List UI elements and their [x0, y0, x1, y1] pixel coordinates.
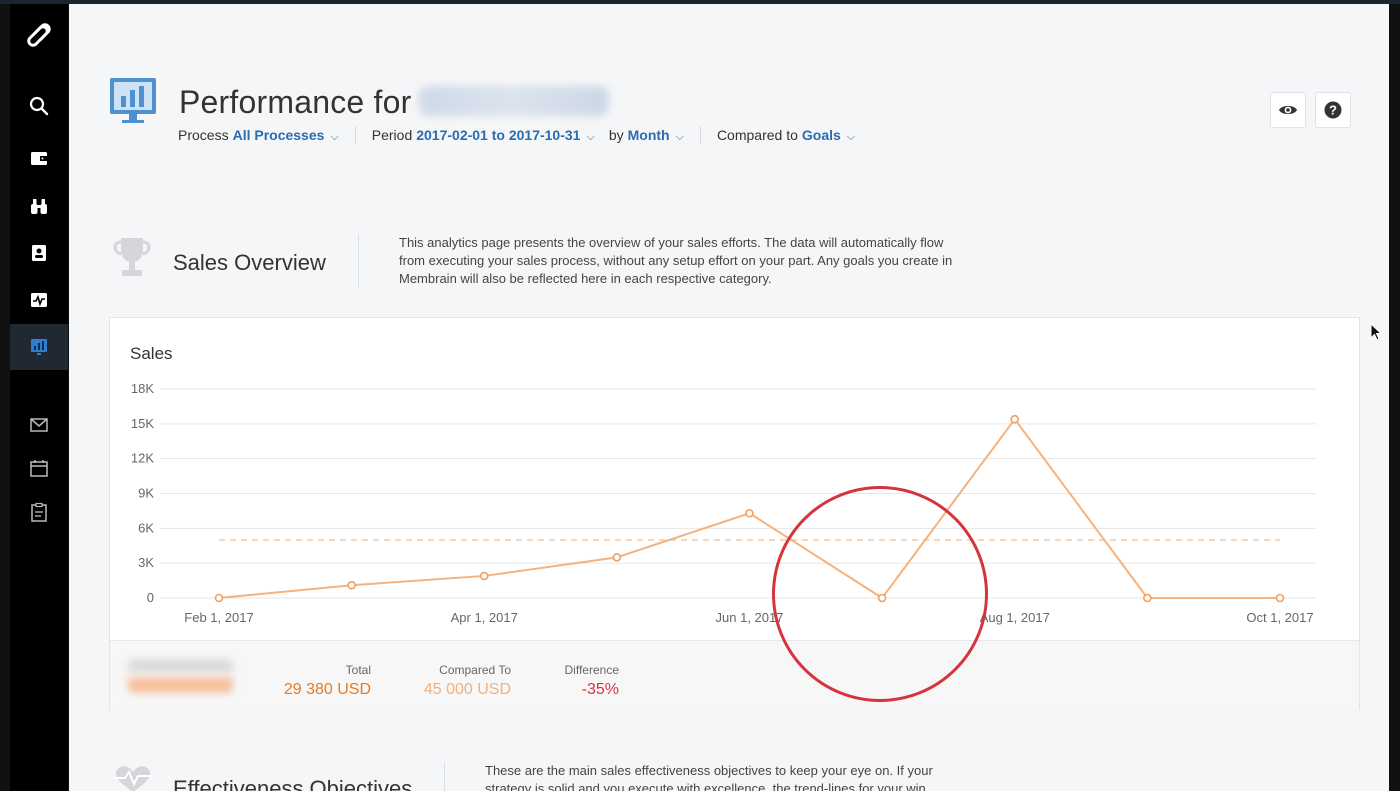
y-tick-label: 15K: [131, 416, 154, 431]
stat-label: Total: [345, 663, 371, 677]
sidebar-item-deals[interactable]: [10, 135, 68, 181]
process-label: Process: [178, 127, 229, 143]
card-footer: Total 29 380 USD Compared To 45 000 USD …: [110, 640, 1359, 710]
data-point: [347, 580, 356, 590]
sales-line-chart: 0 3K 6K 9K 12K 15K 18K Feb 1, 2017 Apr 1, 2017 Ju…: [131, 381, 1316, 625]
data-point: [1010, 414, 1020, 424]
redacted-stat: [128, 659, 233, 693]
section-title-sales-overview: Sales Overview: [173, 250, 326, 275]
chevron-down-icon: ⌵: [675, 130, 684, 143]
stat-difference: Difference -35%: [565, 663, 619, 699]
sidebar-item-prospecting[interactable]: [10, 183, 68, 229]
x-tick-label: Oct 1, 2017: [1246, 610, 1313, 625]
y-tick-label: 3K: [138, 555, 154, 570]
binoculars-icon: [31, 199, 47, 214]
sidebar-item-tasks[interactable]: [10, 489, 68, 535]
data-point: [214, 593, 224, 603]
sidebar-item-search[interactable]: [10, 83, 68, 129]
filter-divider: [354, 126, 356, 144]
page-title: Performance for: [179, 84, 412, 120]
search-icon: [29, 96, 49, 116]
process-value: All Processes: [232, 126, 325, 143]
stat-total: Total 29 380 USD: [284, 663, 371, 699]
help-icon: ?: [1324, 101, 1342, 119]
mouse-cursor-icon: [1370, 323, 1382, 341]
period-value: 2017-02-01 to 2017-10-31: [416, 126, 581, 143]
wallet-icon: [31, 152, 47, 165]
chevron-down-icon: ⌵: [330, 130, 339, 143]
process-dropdown[interactable]: All Processes ⌵: [233, 127, 339, 144]
stat-value: 29 380 USD: [283, 681, 371, 698]
redacted-user-name: [419, 86, 609, 116]
data-point: [1275, 593, 1285, 603]
analytics-icon: [31, 339, 47, 355]
sales-series-line: [218, 417, 1280, 600]
compare-dropdown[interactable]: Goals ⌵: [802, 127, 855, 144]
section-divider: [444, 762, 445, 791]
section-description: These are the main sales effectiveness o…: [485, 763, 933, 791]
section-title-effectiveness: Effectiveness Objectives: [173, 776, 413, 791]
by-label: by: [608, 127, 624, 143]
data-point: [745, 508, 754, 518]
data-point: [1143, 593, 1152, 603]
chevron-down-icon: ⌵: [846, 130, 856, 143]
chevron-down-icon: ⌵: [586, 130, 595, 143]
x-tick-label: Jun 1, 2017: [716, 610, 784, 625]
x-tick-label: Apr 1, 2017: [451, 610, 518, 625]
heartbeat-icon: [113, 766, 153, 791]
compared-label: Compared to: [716, 127, 798, 143]
stat-value: 45 000 USD: [423, 681, 511, 698]
svg-text:?: ?: [1329, 103, 1337, 118]
y-tick-label: 6K: [138, 520, 154, 535]
sales-card: Sales 0 3K 6K 9K 12K 15K 18K Feb 1, 2017 Apr 1, …: [109, 317, 1360, 710]
data-point: [877, 593, 887, 603]
calendar-icon: [30, 460, 48, 477]
x-tick-label: Aug 1, 2017: [980, 610, 1050, 625]
mail-icon: [30, 418, 48, 432]
section-divider: [358, 234, 359, 288]
sidebar-item-calendar[interactable]: [10, 445, 68, 491]
data-point: [612, 553, 622, 562]
sidebar-item-analytics[interactable]: [10, 324, 68, 370]
x-tick-label: Feb 1, 2017: [184, 610, 253, 625]
sidebar-item-contacts[interactable]: [10, 230, 68, 276]
period-label: Period: [371, 127, 413, 143]
compare-value: Goals: [801, 126, 841, 143]
card-title: Sales: [130, 344, 173, 363]
filter-divider: [699, 126, 701, 144]
y-tick-label: 18K: [131, 381, 154, 396]
help-button[interactable]: ?: [1315, 92, 1351, 128]
window-edge: [1389, 4, 1400, 791]
sidebar-item-activity[interactable]: [10, 277, 68, 323]
filter-bar: Process All Processes ⌵ Period 2017-02-01…: [178, 126, 855, 144]
y-tick-label: 12K: [131, 451, 154, 466]
stat-compared-to: Compared To 45 000 USD: [424, 663, 511, 699]
clipboard-icon: [31, 502, 47, 522]
section-description: This analytics page presents the overvie…: [399, 235, 953, 286]
eye-icon: [1279, 105, 1297, 115]
stat-label: Compared To: [439, 663, 511, 677]
granularity-dropdown[interactable]: Month ⌵: [628, 127, 684, 144]
y-tick-label: 9K: [138, 486, 154, 501]
sidebar-item-mail[interactable]: [10, 402, 68, 448]
main-content: Performance for Process All Processes ⌵ P…: [69, 4, 1389, 791]
contacts-icon: [32, 245, 46, 261]
period-dropdown[interactable]: 2017-02-01 to 2017-10-31 ⌵: [416, 127, 595, 144]
stat-value: -35%: [581, 681, 619, 698]
y-tick-label: 0: [147, 590, 154, 605]
sidebar: [10, 4, 68, 791]
app-logo-icon[interactable]: [22, 18, 56, 52]
data-point: [479, 571, 489, 581]
activity-icon: [31, 293, 47, 307]
analytics-monitor-icon: [110, 78, 156, 123]
trophy-icon: [113, 238, 151, 276]
granularity-value: Month: [627, 126, 670, 143]
stat-label: Difference: [564, 663, 619, 677]
preview-button[interactable]: [1270, 92, 1306, 128]
